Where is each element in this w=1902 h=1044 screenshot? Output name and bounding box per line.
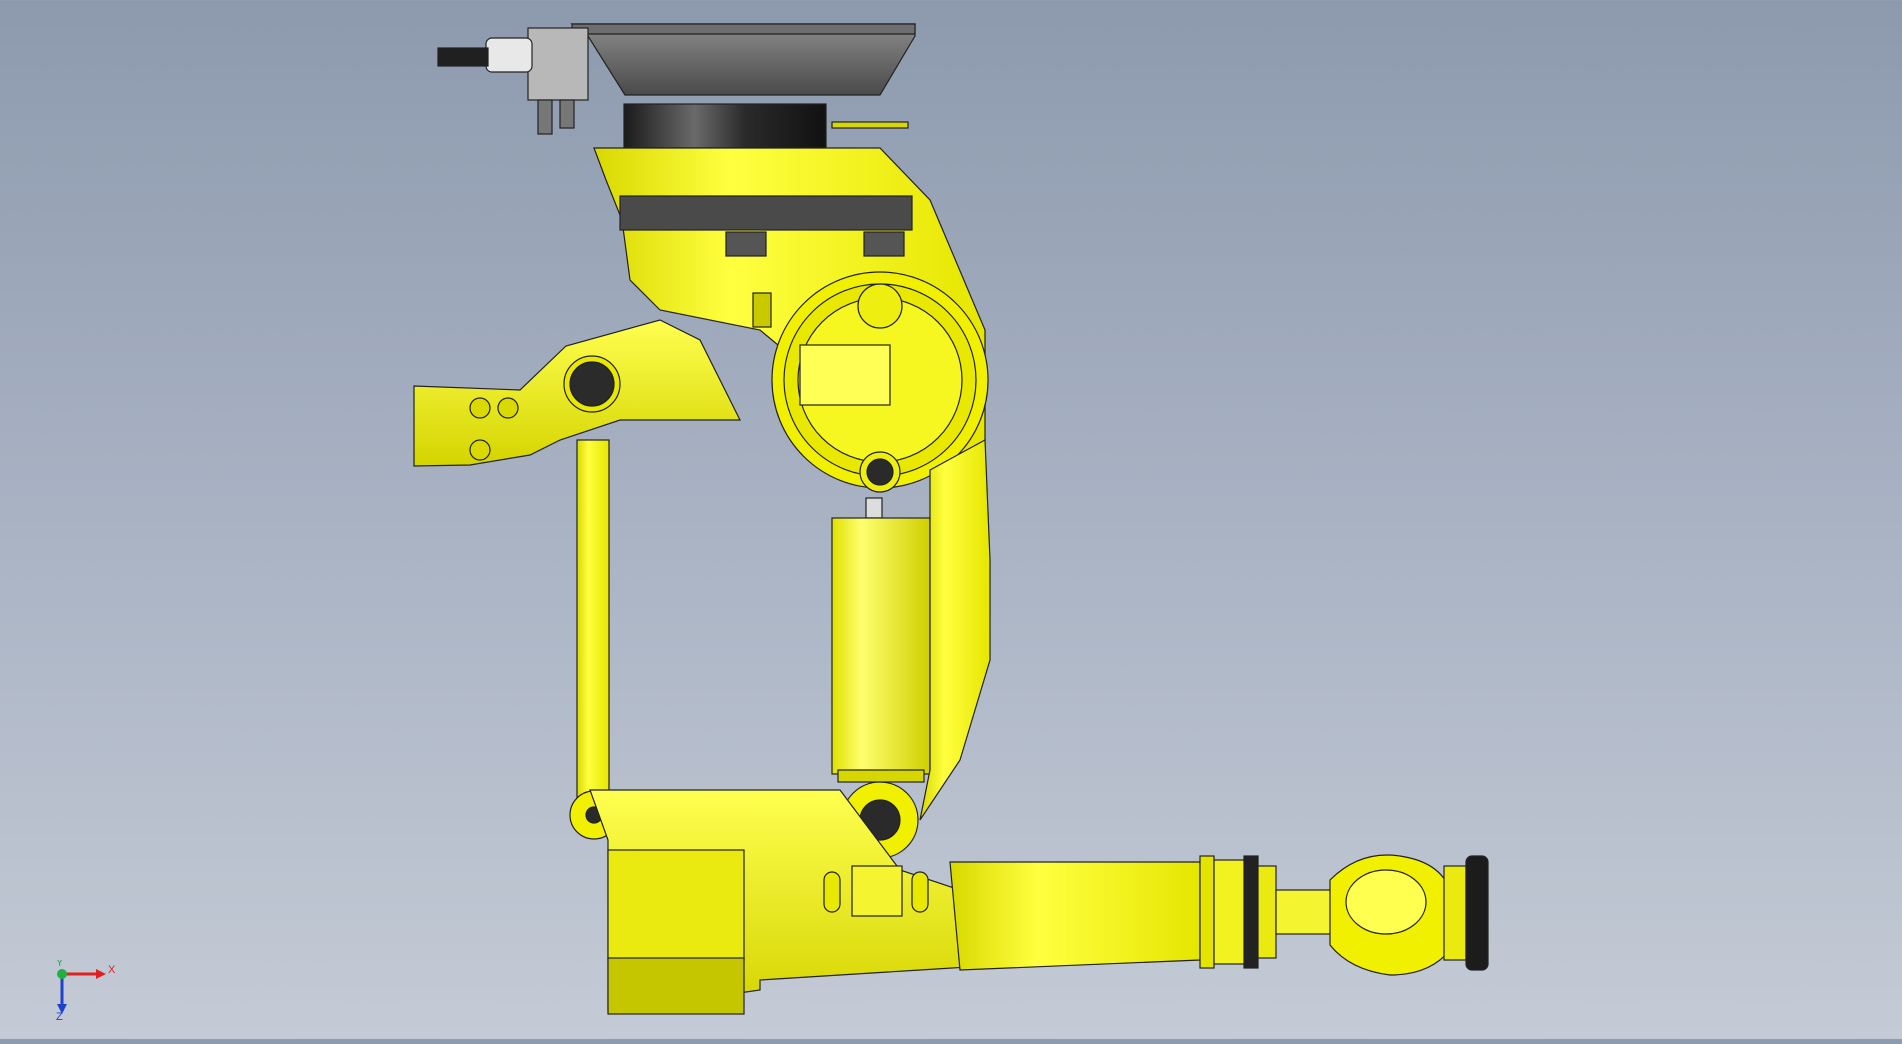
x-axis-label: X bbox=[108, 964, 116, 976]
z-axis-label: Z bbox=[56, 1011, 63, 1020]
y-axis-label: Y bbox=[56, 960, 64, 969]
robot-arm-model[interactable] bbox=[0, 0, 1902, 1039]
y-axis-dot bbox=[57, 969, 67, 979]
balancer-cylinder bbox=[831, 497, 931, 783]
turret-body bbox=[413, 147, 989, 493]
forearm bbox=[949, 855, 1337, 971]
coordinate-triad: X Y Z bbox=[52, 957, 122, 1023]
tool-flange bbox=[1465, 855, 1489, 971]
3d-viewport[interactable]: X Y Z bbox=[0, 0, 1902, 1039]
vertical-link bbox=[569, 439, 619, 840]
wrist bbox=[1329, 854, 1489, 976]
mount-base bbox=[437, 23, 916, 149]
